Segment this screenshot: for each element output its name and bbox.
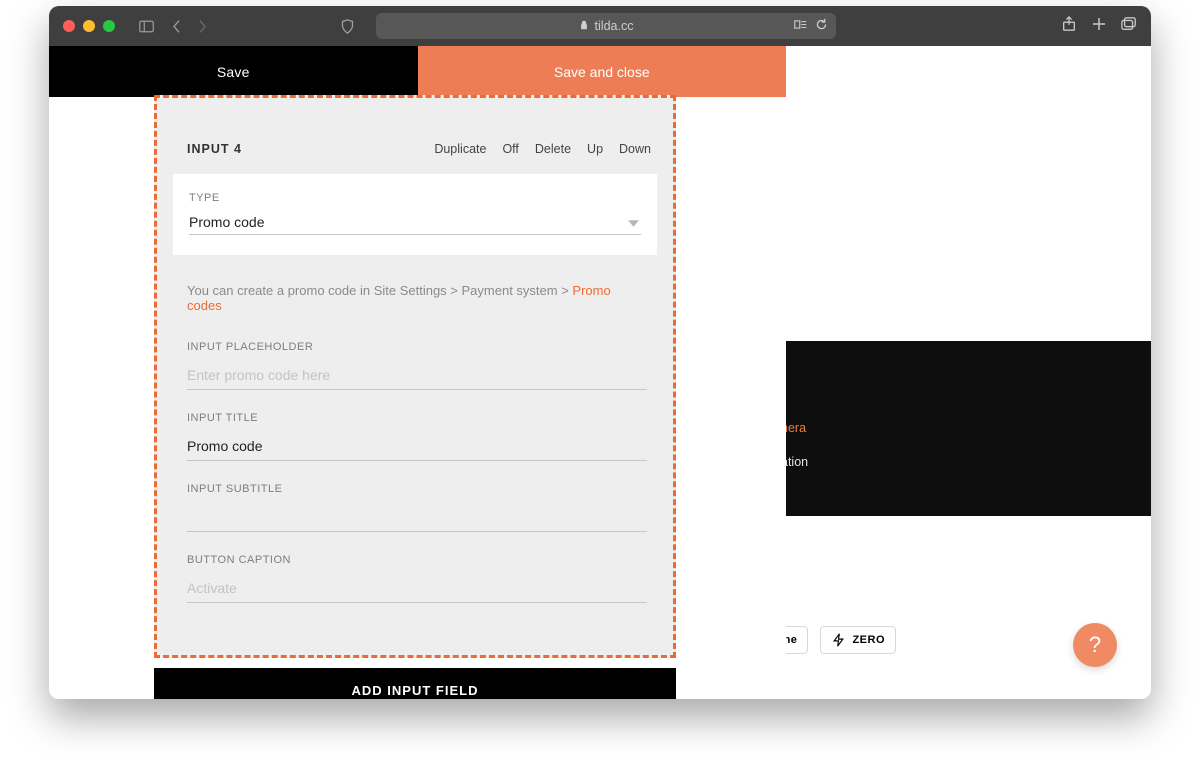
input-block-4: INPUT 4 Duplicate Off Delete Up Down TYP… — [154, 95, 676, 658]
share-icon[interactable] — [1061, 16, 1077, 37]
input-title-label: INPUT TITLE — [187, 412, 647, 424]
preview-line-accent: nera — [781, 421, 1151, 435]
browser-window: tilda.cc nera — [49, 6, 1151, 699]
field-input-title: INPUT TITLE — [157, 412, 673, 461]
placeholder-input[interactable] — [187, 363, 647, 390]
minimize-window-icon[interactable] — [83, 20, 95, 32]
maximize-window-icon[interactable] — [103, 20, 115, 32]
bolt-icon — [831, 633, 846, 647]
type-value: Promo code — [189, 214, 264, 230]
sidebar-toggle-icon[interactable] — [135, 16, 157, 36]
button-caption-label: BUTTON CAPTION — [187, 554, 647, 566]
field-button-caption: BUTTON CAPTION — [157, 554, 673, 603]
titlebar-trailing — [1061, 16, 1137, 37]
new-tab-icon[interactable] — [1091, 16, 1107, 37]
action-duplicate[interactable]: Duplicate — [434, 142, 486, 156]
type-card: TYPE Promo code — [173, 174, 657, 255]
input-title-input[interactable] — [187, 434, 647, 461]
promo-hint: You can create a promo code in Site Sett… — [157, 283, 673, 313]
lock-icon — [579, 19, 589, 33]
back-icon[interactable] — [165, 16, 187, 36]
panel-actions: Save Save and close — [49, 46, 786, 97]
input-subtitle-label: INPUT SUBTITLE — [187, 483, 647, 495]
close-window-icon[interactable] — [63, 20, 75, 32]
chevron-down-icon — [628, 216, 639, 232]
address-bar[interactable]: tilda.cc — [376, 13, 836, 39]
placeholder-label: INPUT PLACEHOLDER — [187, 341, 647, 353]
shield-icon[interactable] — [336, 16, 358, 36]
help-button[interactable]: ? — [1073, 623, 1117, 667]
viewport: nera ation Line ZERO Save Save and close — [49, 46, 1151, 699]
titlebar: tilda.cc — [49, 6, 1151, 46]
address-text: tilda.cc — [595, 19, 634, 33]
block-action-row: Duplicate Off Delete Up Down — [434, 142, 651, 156]
forward-icon — [191, 16, 213, 36]
action-off[interactable]: Off — [502, 142, 518, 156]
traffic-lights[interactable] — [63, 20, 115, 32]
reload-icon[interactable] — [815, 18, 828, 34]
editor-panel: Save Save and close INPUT 4 Duplicate Of… — [49, 46, 786, 699]
page-preview: nera ation — [781, 341, 1151, 516]
type-select[interactable]: Promo code — [189, 214, 641, 235]
action-delete[interactable]: Delete — [535, 142, 571, 156]
field-placeholder: INPUT PLACEHOLDER — [157, 341, 673, 390]
tabs-icon[interactable] — [1121, 16, 1137, 37]
action-down[interactable]: Down — [619, 142, 651, 156]
input-subtitle-input[interactable] — [187, 505, 647, 532]
block-zero[interactable]: ZERO — [820, 626, 896, 654]
button-caption-input[interactable] — [187, 576, 647, 603]
save-and-close-button[interactable]: Save and close — [418, 46, 787, 97]
reader-icon[interactable] — [794, 18, 807, 34]
add-input-field-button[interactable]: ADD INPUT FIELD — [154, 668, 676, 699]
save-button[interactable]: Save — [49, 46, 418, 97]
preview-line: ation — [781, 455, 1151, 469]
action-up[interactable]: Up — [587, 142, 603, 156]
block-title: INPUT 4 — [187, 142, 242, 156]
field-input-subtitle: INPUT SUBTITLE — [157, 483, 673, 532]
type-label: TYPE — [189, 192, 641, 204]
